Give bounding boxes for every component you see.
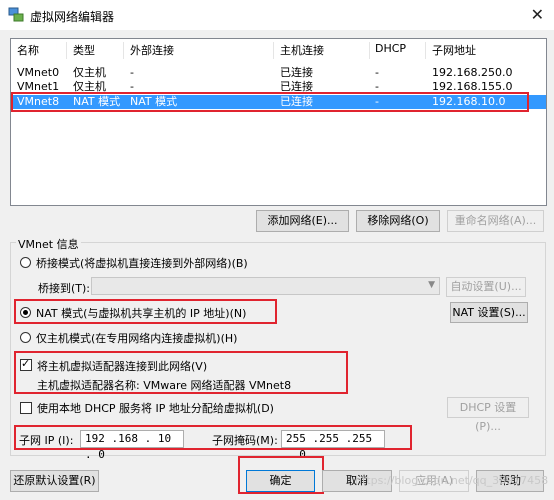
network-editor-icon [8,7,24,22]
cell-subnet: 192.168.250.0 [432,66,513,79]
add-network-button[interactable]: 添加网络(E)... [256,210,349,232]
column-divider[interactable] [273,42,274,59]
title-bar: 虚拟网络编辑器 ✕ [0,0,554,31]
column-header-name[interactable]: 名称 [17,42,39,60]
cell-name: VMnet0 [17,66,60,79]
column-header-subnet[interactable]: 子网地址 [432,42,476,60]
watermark-text: https://blog.csdn.net/qq_38917458 [355,474,549,487]
column-header-external[interactable]: 外部连接 [130,42,174,60]
auto-settings-button[interactable]: 自动设置(U)... [446,277,526,297]
window-title: 虚拟网络编辑器 [30,10,115,24]
column-header-type[interactable]: 类型 [73,42,95,60]
annotation-highlight [14,299,277,324]
bridged-radio[interactable] [20,257,31,268]
close-icon[interactable]: ✕ [531,5,544,24]
vmnet-info-group [10,242,546,456]
annotation-highlight [14,351,348,394]
dhcp-label[interactable]: 使用本地 DHCP 服务将 IP 地址分配给虚拟机(D) [37,400,274,416]
annotation-highlight [11,92,529,112]
vmnet-info-label: VMnet 信息 [16,236,81,252]
hostonly-label[interactable]: 仅主机模式(在专用网络内连接虚拟机)(H) [36,330,237,346]
cell-host: 已连接 [280,66,313,79]
nat-settings-button[interactable]: NAT 设置(S)... [450,302,528,323]
column-header-host[interactable]: 主机连接 [280,42,324,60]
chevron-down-icon: ▼ [428,280,435,290]
column-divider[interactable] [369,42,370,59]
rename-network-button[interactable]: 重命名网络(A)... [447,210,544,232]
annotation-highlight [14,425,412,450]
table-row[interactable]: VMnet0 仅主机 - 已连接 - 192.168.250.0 [11,66,546,80]
restore-defaults-button[interactable]: 还原默认设置(R) [10,470,99,492]
cell-type: 仅主机 [73,66,106,79]
column-divider[interactable] [66,42,67,59]
column-divider[interactable] [425,42,426,59]
dhcp-settings-button[interactable]: DHCP 设置(P)... [447,397,529,433]
column-header-dhcp[interactable]: DHCP [375,42,406,60]
bridged-to-label: 桥接到(T): [38,282,91,295]
bridged-label[interactable]: 桥接模式(将虚拟机直接连接到外部网络)(B) [36,255,248,271]
hostonly-radio[interactable] [20,332,31,343]
column-divider[interactable] [123,42,124,59]
annotation-highlight [238,456,324,494]
dhcp-checkbox[interactable] [20,402,32,414]
cell-external: - [130,66,134,79]
bridged-to-select[interactable]: ▼ [91,277,440,295]
network-list[interactable]: 名称 类型 外部连接 主机连接 DHCP 子网地址 VMnet0 仅主机 - 已… [10,38,547,206]
cell-dhcp: - [375,66,379,79]
remove-network-button[interactable]: 移除网络(O) [356,210,440,232]
